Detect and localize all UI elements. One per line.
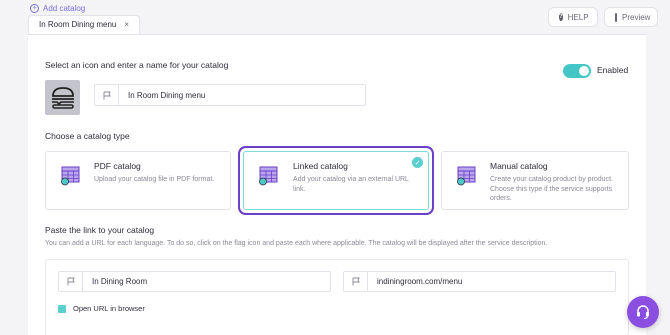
linked-catalog-card[interactable]: Linked catalog Add your catalog via an e… [243, 151, 429, 210]
open-url-label: Open URL in browser [73, 304, 145, 313]
add-catalog-label: Add catalog [43, 4, 86, 13]
support-chat-button[interactable] [627, 296, 659, 328]
card-description: Upload your catalog file in PDF format. [94, 176, 215, 183]
catalog-table-icon [259, 166, 278, 186]
catalog-name-value: In Room Dining menu [128, 90, 206, 100]
language-flag-button[interactable] [344, 272, 368, 291]
link-url-input[interactable]: indiningroom.com/menu [343, 271, 616, 292]
link-section-heading: Paste the link to your catalog [45, 225, 155, 235]
card-title: Manual catalog [490, 161, 548, 171]
flag-icon [67, 277, 75, 286]
manual-catalog-card[interactable]: Manual catalog Create your catalog produ… [441, 151, 629, 210]
help-label: HELP [567, 12, 589, 22]
headset-icon [637, 305, 649, 320]
card-title: Linked catalog [293, 161, 348, 171]
link-title-input[interactable]: In Dining Room [58, 271, 331, 292]
card-description: Create your catalog product by product. … [490, 176, 613, 202]
add-catalog-link[interactable]: + Add catalog [30, 4, 85, 13]
link-box: In Dining Room indiningroom.com/menu Ope… [45, 259, 629, 335]
card-title: PDF catalog [94, 161, 141, 171]
card-description: Add your catalog via an external URL lin… [293, 176, 409, 193]
tab-in-room-dining[interactable]: In Room Dining menu × [28, 15, 141, 35]
plus-icon: + [30, 4, 39, 13]
language-flag-button[interactable] [59, 272, 83, 291]
open-url-checkbox[interactable] [58, 304, 66, 313]
burger-icon [51, 86, 74, 109]
tab-label: In Room Dining menu [39, 20, 117, 29]
flag-icon [352, 277, 360, 286]
link-section-description: You can add a URL for each language. To … [45, 240, 548, 247]
pdf-catalog-card[interactable]: PDF catalog Upload your catalog file in … [45, 151, 231, 210]
enabled-label: Enabled [597, 65, 629, 75]
preview-button[interactable]: Preview [604, 7, 658, 27]
checkmark-icon: ✓ [412, 157, 423, 168]
enabled-toggle[interactable] [563, 64, 591, 78]
toggle-knob [579, 66, 589, 76]
help-button[interactable]: ? HELP [548, 7, 598, 27]
catalog-icon-picker[interactable] [45, 80, 80, 115]
type-section-heading: Choose a catalog type [45, 131, 130, 141]
catalog-table-icon [457, 166, 476, 186]
catalog-editor-panel: Select an icon and enter a name for your… [28, 34, 646, 335]
language-flag-button[interactable] [95, 85, 119, 105]
catalog-name-input[interactable]: In Room Dining menu [94, 84, 366, 106]
close-icon[interactable]: × [124, 20, 129, 35]
name-section-heading: Select an icon and enter a name for your… [45, 60, 229, 70]
question-icon: ? [559, 13, 563, 21]
open-url-checkbox-row[interactable]: Open URL in browser [58, 304, 145, 313]
preview-label: Preview [622, 12, 651, 22]
phone-icon [615, 12, 617, 22]
flag-icon [103, 91, 111, 99]
link-url-value: indiningroom.com/menu [377, 277, 463, 286]
link-title-value: In Dining Room [92, 277, 148, 286]
catalog-table-icon [61, 166, 80, 186]
